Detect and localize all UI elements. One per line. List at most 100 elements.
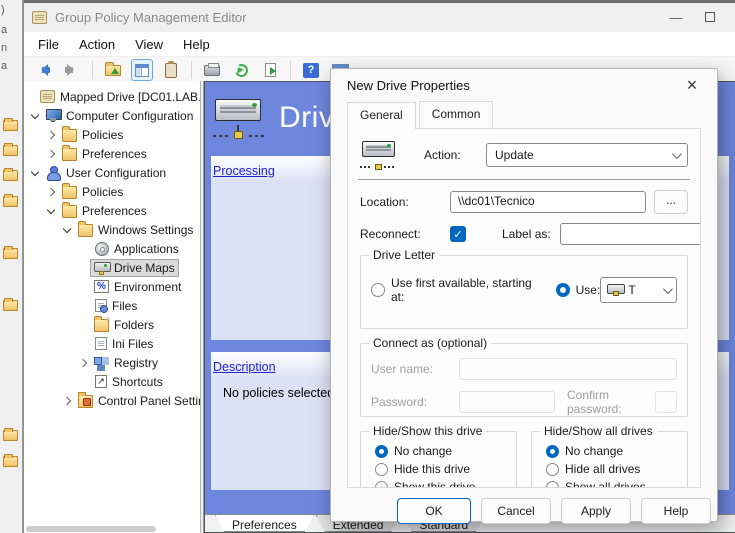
- use-first-available-radio[interactable]: [371, 283, 385, 297]
- dialog-buttons: OK Cancel Apply Help: [331, 488, 717, 524]
- tab-general[interactable]: General: [347, 102, 416, 129]
- computer-icon: [46, 109, 61, 122]
- print-button[interactable]: [201, 59, 223, 81]
- folder-icon: [62, 186, 77, 199]
- tree-item-files[interactable]: Files: [24, 296, 200, 315]
- new-drive-properties-dialog: New Drive Properties × General Common Ac…: [330, 68, 718, 522]
- refresh-icon: [233, 62, 250, 79]
- tree-item-policies-user[interactable]: Policies: [24, 182, 200, 201]
- show-this-drive-radio[interactable]: [375, 481, 388, 489]
- tree-item-control-panel-settings[interactable]: Control Panel Setting: [24, 391, 200, 410]
- folder-icon: [78, 224, 93, 237]
- back-icon: [35, 64, 51, 76]
- drive-letter-select[interactable]: T: [600, 277, 677, 303]
- user-icon: [46, 166, 61, 179]
- action-select[interactable]: Update: [486, 143, 688, 167]
- chevron-right-icon[interactable]: [44, 188, 58, 195]
- dialog-title-bar: New Drive Properties ×: [331, 69, 717, 101]
- menu-action[interactable]: Action: [69, 34, 125, 55]
- folder-icon: [62, 129, 77, 142]
- cancel-button[interactable]: Cancel: [481, 498, 551, 524]
- location-label: Location:: [360, 195, 450, 209]
- gpo-scroll-icon: [40, 90, 55, 103]
- chevron-right-icon[interactable]: [44, 131, 58, 138]
- tab-common[interactable]: Common: [419, 101, 494, 128]
- drive-icon: [360, 139, 398, 171]
- chevron-down-icon[interactable]: [28, 171, 42, 175]
- dialog-title: New Drive Properties: [347, 78, 470, 93]
- help-button[interactable]: ?: [300, 59, 322, 81]
- separator: [358, 179, 690, 180]
- confirm-password-input[interactable]: [655, 391, 677, 413]
- chevron-down-icon[interactable]: [44, 209, 58, 213]
- browse-button[interactable]: ...: [654, 190, 688, 214]
- tree-item-user-configuration[interactable]: User Configuration: [24, 163, 200, 182]
- password-label: Password:: [371, 395, 459, 409]
- chevron-right-icon[interactable]: [76, 359, 90, 366]
- forward-button[interactable]: [61, 59, 83, 81]
- chevron-down-icon[interactable]: [60, 228, 74, 232]
- password-input[interactable]: [459, 391, 555, 413]
- show-all-drives-radio[interactable]: [546, 481, 559, 489]
- tree-item-computer-configuration[interactable]: Computer Configuration: [24, 106, 200, 125]
- menu-file[interactable]: File: [28, 34, 69, 55]
- ok-button[interactable]: OK: [397, 498, 471, 524]
- use-label: Use:: [576, 283, 601, 297]
- label-as-input[interactable]: [560, 223, 701, 245]
- this-no-change-radio[interactable]: [375, 445, 388, 458]
- tree-item-applications[interactable]: Applications: [24, 239, 200, 258]
- help-button[interactable]: Help: [641, 498, 711, 524]
- location-input[interactable]: \\dc01\Tecnico: [450, 191, 646, 213]
- use-first-available-label: Use first available, starting at:: [391, 276, 540, 304]
- back-button[interactable]: [32, 59, 54, 81]
- hide-all-drives-radio[interactable]: [546, 463, 559, 476]
- use-radio[interactable]: [556, 283, 570, 297]
- description-link[interactable]: Description: [213, 360, 276, 374]
- tree-item-registry[interactable]: Registry: [24, 353, 200, 372]
- tree-item-shortcuts[interactable]: ↗Shortcuts: [24, 372, 200, 391]
- hide-this-drive-radio[interactable]: [375, 463, 388, 476]
- tree-item-environment[interactable]: %Environment: [24, 277, 200, 296]
- menu-view[interactable]: View: [125, 34, 173, 55]
- files-icon: [95, 299, 107, 312]
- tree-item-ini-files[interactable]: Ini Files: [24, 334, 200, 353]
- tree-item-windows-settings[interactable]: Windows Settings: [24, 220, 200, 239]
- background-window-fragment: ) a n a: [0, 0, 23, 533]
- folder-icon: [3, 145, 18, 156]
- menu-help[interactable]: Help: [173, 34, 220, 55]
- chevron-right-icon[interactable]: [60, 397, 74, 404]
- console-tree-toggle-icon: [135, 64, 149, 77]
- console-tree-panel: Mapped Drive [DC01.LAB.LOCA Computer Con…: [24, 81, 200, 533]
- close-icon[interactable]: ×: [681, 75, 703, 95]
- properties-button[interactable]: [160, 59, 182, 81]
- export-list-button[interactable]: [259, 59, 281, 81]
- minimize-button[interactable]: —: [659, 10, 693, 25]
- folder-icon: [3, 170, 18, 181]
- tree-item-drive-maps[interactable]: Drive Maps: [24, 258, 200, 277]
- drive-maps-header-icon: [213, 95, 265, 141]
- connect-as-group: Connect as (optional) User name: Passwor…: [360, 343, 688, 417]
- tab-preferences[interactable]: Preferences: [215, 515, 314, 532]
- confirm-password-label: Confirm password:: [567, 388, 655, 416]
- tree-item-folders[interactable]: Folders: [24, 315, 200, 334]
- chevron-right-icon[interactable]: [44, 150, 58, 157]
- chevron-down-icon: [663, 284, 673, 294]
- up-one-level-button[interactable]: [102, 59, 124, 81]
- horizontal-scrollbar[interactable]: [26, 526, 156, 532]
- forward-icon: [64, 64, 80, 76]
- reconnect-checkbox[interactable]: [450, 226, 466, 242]
- refresh-button[interactable]: [230, 59, 252, 81]
- reconnect-label: Reconnect:: [360, 227, 450, 241]
- maximize-button[interactable]: [693, 10, 727, 25]
- tree-item-root[interactable]: Mapped Drive [DC01.LAB.LOCA: [24, 87, 200, 106]
- all-no-change-radio[interactable]: [546, 445, 559, 458]
- gpo-scroll-icon: [32, 11, 47, 24]
- apply-button[interactable]: Apply: [561, 498, 631, 524]
- tree-item-preferences-user[interactable]: Preferences: [24, 201, 200, 220]
- console-tree-toggle-button[interactable]: [131, 59, 153, 81]
- user-name-input[interactable]: [459, 358, 677, 380]
- tree-item-policies-computer[interactable]: Policies: [24, 125, 200, 144]
- tree-item-preferences-computer[interactable]: Preferences: [24, 144, 200, 163]
- processing-link[interactable]: Processing: [213, 164, 275, 178]
- chevron-down-icon[interactable]: [28, 114, 42, 118]
